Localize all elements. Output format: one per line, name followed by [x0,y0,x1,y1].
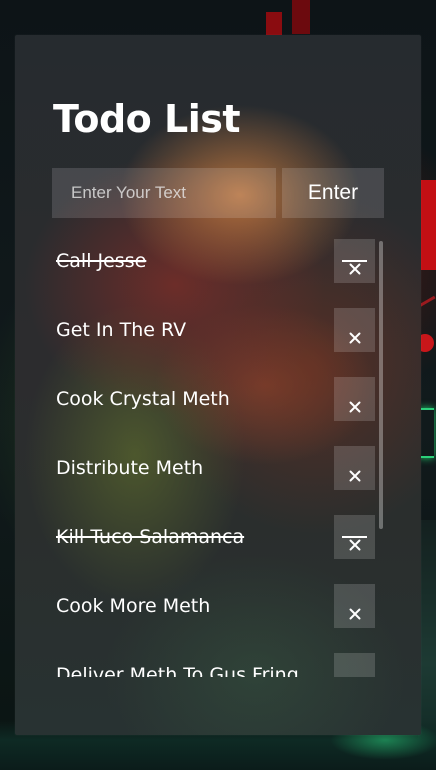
close-icon [349,470,360,482]
todo-card: Todo List Enter Call JesseGet In The RVC… [15,35,421,735]
todo-item[interactable]: Get In The RV [15,308,421,352]
delete-todo-button[interactable] [334,515,375,559]
close-icon [349,263,360,275]
close-icon [349,608,360,620]
close-icon [349,401,360,413]
close-icon [349,332,360,344]
todo-item[interactable]: Kill Tuco Salamanca [15,515,421,559]
todo-item-text[interactable]: Distribute Meth [56,446,203,490]
delete-todo-button[interactable] [334,308,375,352]
delete-todo-button[interactable] [334,653,375,677]
background-red-line [418,295,436,308]
background-red-light [292,0,310,34]
list-scrollbar[interactable] [379,241,383,529]
app-title: Todo List [53,97,241,141]
delete-todo-button[interactable] [334,584,375,628]
todo-item-text[interactable]: Get In The RV [56,308,186,352]
todo-item-text[interactable]: Kill Tuco Salamanca [56,515,244,559]
todo-item[interactable]: Cook Crystal Meth [15,377,421,421]
delete-strike-line [342,536,367,538]
delete-todo-button[interactable] [334,446,375,490]
background-red-panel [420,180,436,270]
delete-todo-button[interactable] [334,239,375,283]
todo-item-text[interactable]: Cook Crystal Meth [56,377,230,421]
todo-item[interactable]: Call Jesse [15,239,421,283]
todo-input[interactable] [52,168,276,218]
todo-item[interactable]: Distribute Meth [15,446,421,490]
todo-item-text[interactable]: Deliver Meth To Gus Fring [56,653,299,677]
delete-strike-line [342,260,367,262]
delete-todo-button[interactable] [334,377,375,421]
todo-list: Call Jesse Get In The RV Cook Crystal Meth… [15,235,421,677]
todo-item[interactable]: Cook More Meth [15,584,421,628]
enter-button[interactable]: Enter [282,168,384,218]
todo-item-text[interactable]: Cook More Meth [56,584,210,628]
close-icon [349,539,360,551]
todo-item-text[interactable]: Call Jesse [56,239,146,283]
todo-item[interactable]: Deliver Meth To Gus Fring [15,653,421,677]
